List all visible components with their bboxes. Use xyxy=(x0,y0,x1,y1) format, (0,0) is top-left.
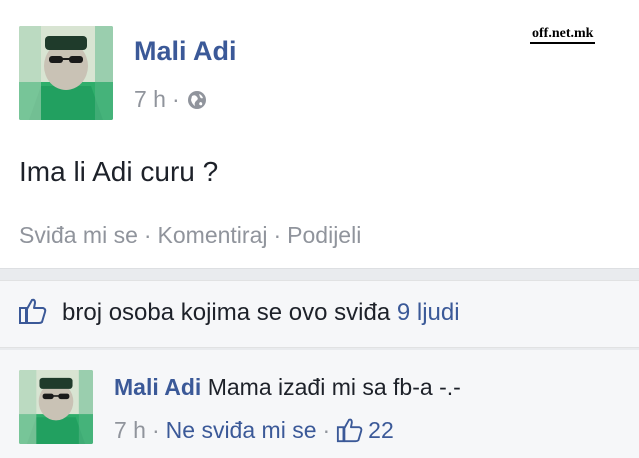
action-separator: · xyxy=(143,222,152,248)
comment-time[interactable]: 7 h xyxy=(114,417,146,444)
comment-link[interactable]: Komentiraj xyxy=(158,222,268,249)
meta-separator: · xyxy=(171,86,180,112)
watermark-label: off.net.mk xyxy=(530,26,596,44)
comment-author-avatar[interactable] xyxy=(19,370,93,444)
comment-line: Mali Adi Mama izađi mi sa fb-a -.- xyxy=(114,374,461,401)
comment-item: Mali Adi Mama izađi mi sa fb-a -.- 7 h ·… xyxy=(0,350,639,458)
thumbs-up-icon xyxy=(18,296,48,326)
likes-text: broj osoba kojima se ovo sviđa 9 ljudi xyxy=(62,299,460,327)
post-time[interactable]: 7 h xyxy=(134,86,166,113)
post-actions: Sviđa mi se · Komentiraj · Podijeli xyxy=(19,222,361,249)
comment-meta-separator: · xyxy=(322,416,331,443)
comment-like-count[interactable]: 22 xyxy=(368,417,394,444)
action-separator: · xyxy=(273,222,282,248)
author-avatar[interactable] xyxy=(19,26,113,120)
facebook-post-screenshot: Mali Adi 7 h · off.net.mk Ima li Adi cur… xyxy=(0,0,639,458)
unlike-link[interactable]: Ne sviđa mi se xyxy=(166,417,317,444)
post-meta: 7 h · xyxy=(134,86,208,113)
likes-count-link[interactable]: 9 ljudi xyxy=(397,299,460,326)
likes-summary: broj osoba kojima se ovo sviđa 9 ljudi xyxy=(0,280,639,348)
post-text: Ima li Adi curu ? xyxy=(19,156,219,187)
comment-author-name[interactable]: Mali Adi xyxy=(114,374,201,400)
likes-label: broj osoba kojima se ovo sviđa xyxy=(62,299,391,326)
share-link[interactable]: Podijeli xyxy=(287,222,361,249)
globe-icon[interactable] xyxy=(186,89,208,111)
comment-meta-separator: · xyxy=(151,416,160,443)
comment-meta: 7 h · Ne sviđa mi se · 22 xyxy=(114,416,394,444)
post-author-name[interactable]: Mali Adi xyxy=(134,36,237,67)
thumbs-up-icon xyxy=(336,416,364,444)
post-card: Mali Adi 7 h · off.net.mk Ima li Adi cur… xyxy=(0,0,639,269)
comment-text: Mama izađi mi sa fb-a -.- xyxy=(207,374,461,400)
like-link[interactable]: Sviđa mi se xyxy=(19,222,138,249)
